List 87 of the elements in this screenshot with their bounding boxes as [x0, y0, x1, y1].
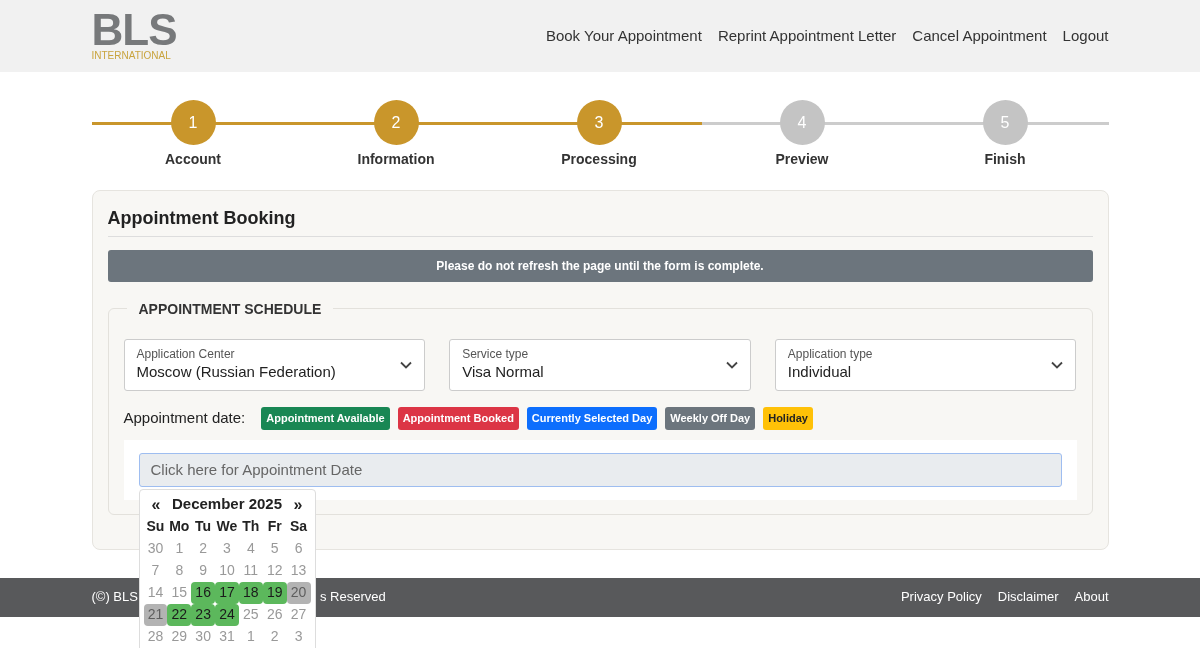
- calendar-day[interactable]: 17: [215, 581, 239, 604]
- calendar-day: 30: [191, 625, 216, 648]
- select-label: Service type: [462, 346, 530, 361]
- legend-tag: Appointment Available: [261, 407, 390, 430]
- select-label: Application Center: [136, 346, 236, 361]
- copyright-text: (©) BLS: [91, 588, 138, 607]
- next-month-button[interactable]: »: [293, 492, 303, 517]
- step-circle: 5: [982, 100, 1028, 145]
- nav-link[interactable]: Reprint Appointment Letter: [717, 24, 897, 48]
- legend-tag: Holiday: [763, 407, 813, 430]
- calendar-day[interactable]: 18: [238, 581, 263, 604]
- calendar-day: 27: [286, 603, 311, 626]
- calendar-day: 20: [286, 581, 311, 604]
- legend-tag: Currently Selected Day: [526, 407, 658, 430]
- calendar-day: 11: [238, 559, 263, 582]
- calendar-day: 4: [238, 537, 263, 560]
- step-circle: 4: [779, 100, 825, 145]
- calendar-day: 29: [167, 625, 192, 648]
- weekday-label: Th: [241, 517, 261, 536]
- step-label: Processing: [561, 150, 637, 169]
- step-circle: 2: [373, 100, 419, 145]
- calendar-day: 6: [286, 537, 311, 560]
- calendar-day: 26: [262, 603, 287, 626]
- select-value: Visa Normal: [462, 361, 544, 382]
- nav-link[interactable]: Cancel Appointment: [912, 24, 1047, 48]
- calendar-day: 12: [262, 559, 287, 582]
- calendar-day: 10: [215, 559, 239, 582]
- select-field[interactable]: Service type Visa Normal: [449, 339, 751, 391]
- select-field[interactable]: Application type Individual: [774, 339, 1077, 391]
- nav-link[interactable]: Book Your Appointment: [545, 24, 702, 48]
- chevron-down-icon: [400, 361, 413, 369]
- select-field[interactable]: Application Center Moscow (Russian Federation): [123, 339, 426, 391]
- calendar-day: 31: [215, 625, 239, 648]
- step-circle: 1: [170, 100, 216, 145]
- step-label: Preview: [775, 150, 829, 169]
- calendar-day: 25: [238, 603, 263, 626]
- step-circle: 3: [576, 100, 622, 145]
- nav-link[interactable]: Logout: [1062, 24, 1109, 48]
- chevron-down-icon: [1051, 361, 1064, 369]
- calendar-day: 2: [191, 537, 216, 560]
- step-label: Finish: [984, 150, 1026, 169]
- calendar-day: 3: [215, 537, 239, 560]
- calendar-day: 9: [191, 559, 216, 582]
- weekday-label: Sa: [289, 517, 309, 536]
- calendar-day: 1: [167, 537, 192, 560]
- calendar-day[interactable]: 16: [191, 581, 216, 604]
- calendar-day: 2: [262, 625, 287, 648]
- calendar-day: 14: [143, 581, 168, 604]
- weekday-label: We: [215, 517, 239, 536]
- select-value: Individual: [787, 361, 853, 382]
- calendar-day[interactable]: 22: [167, 603, 192, 626]
- logo-subtitle: INTERNATIONAL: [91, 50, 172, 62]
- calendar-day: 15: [167, 581, 192, 604]
- calendar-day: 30: [143, 537, 168, 560]
- month-title: December 2025: [171, 494, 283, 515]
- select-label: Application type: [787, 346, 873, 361]
- legend-tag: Weekly Off Day: [665, 407, 756, 430]
- weekday-label: Tu: [194, 517, 213, 536]
- calendar-day: 7: [143, 559, 168, 582]
- calendar-day: 21: [143, 603, 168, 626]
- footer-link[interactable]: About: [1074, 587, 1109, 607]
- copyright-text: s Reserved: [319, 588, 386, 607]
- calendar-day[interactable]: 24: [215, 603, 239, 626]
- step-label: Information: [357, 150, 435, 169]
- notice-bar: Please do not refresh the page until the form is complete.: [107, 250, 1093, 282]
- select-value: Moscow (Russian Federation): [136, 361, 336, 382]
- legend-tag: Appointment Booked: [397, 407, 519, 430]
- calendar-day: 13: [286, 559, 311, 582]
- weekday-label: Fr: [266, 517, 283, 536]
- calendar-day[interactable]: 23: [191, 603, 216, 626]
- footer-link[interactable]: Disclaimer: [997, 587, 1059, 607]
- calendar-day[interactable]: 19: [262, 581, 287, 604]
- footer-link[interactable]: Privacy Policy: [900, 587, 982, 607]
- weekday-label: Su: [145, 517, 166, 536]
- field-label: Appointment date:: [123, 408, 246, 428]
- calendar-day: 28: [143, 625, 168, 648]
- logo-text: BLS: [91, 10, 177, 50]
- card-title: Appointment Booking: [107, 205, 1093, 237]
- calendar-day: 5: [262, 537, 287, 560]
- step-label: Account: [165, 150, 221, 169]
- calendar-day: 8: [167, 559, 192, 582]
- prev-month-button[interactable]: «: [151, 492, 161, 517]
- weekday-label: Mo: [168, 517, 191, 536]
- calendar-day: 1: [238, 625, 263, 648]
- chevron-down-icon: [725, 361, 738, 369]
- date-input-field[interactable]: Click here for Appointment Date: [138, 452, 1062, 487]
- calendar-day: 3: [286, 625, 311, 648]
